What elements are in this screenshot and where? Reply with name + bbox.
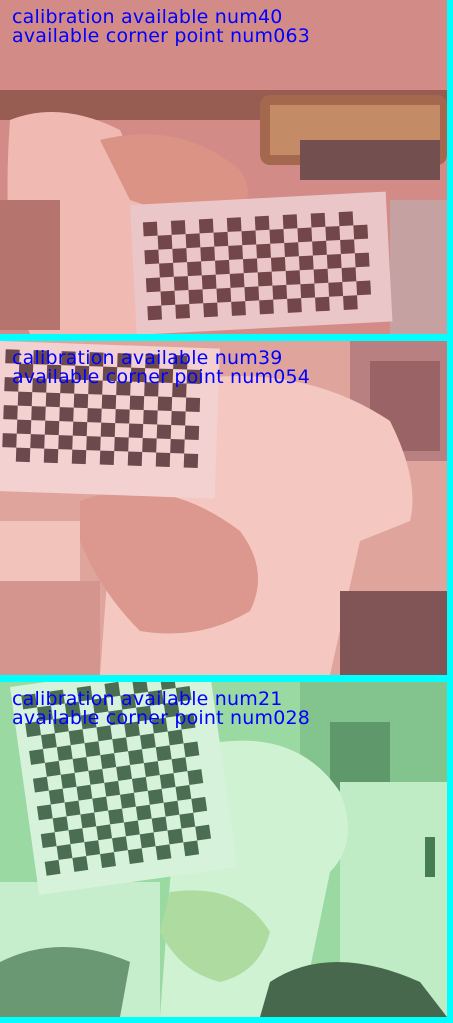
overlay-text-2: calibration available num39 available co…: [12, 349, 310, 387]
camera-frame-2: calibration available num39 available co…: [0, 341, 447, 675]
overlay-text-3: calibration available num21 available co…: [12, 690, 310, 728]
corner-point-count-label: available corner point num063: [12, 25, 311, 47]
camera-image-2: [0, 341, 447, 675]
overlay-text-1: calibration available num40 available co…: [12, 8, 310, 46]
camera-image-3: [0, 682, 447, 1017]
calibration-viewer: calibration available num40 available co…: [0, 0, 453, 1023]
camera-frame-3: calibration available num21 available co…: [0, 682, 447, 1017]
tint-overlay: [0, 0, 447, 334]
camera-image-1: [0, 0, 447, 334]
corner-point-count-label: available corner point num054: [12, 366, 311, 388]
corner-point-count-label: available corner point num028: [12, 707, 311, 729]
camera-frame-1: calibration available num40 available co…: [0, 0, 447, 334]
tint-overlay: [0, 341, 447, 675]
tint-overlay: [0, 682, 447, 1017]
